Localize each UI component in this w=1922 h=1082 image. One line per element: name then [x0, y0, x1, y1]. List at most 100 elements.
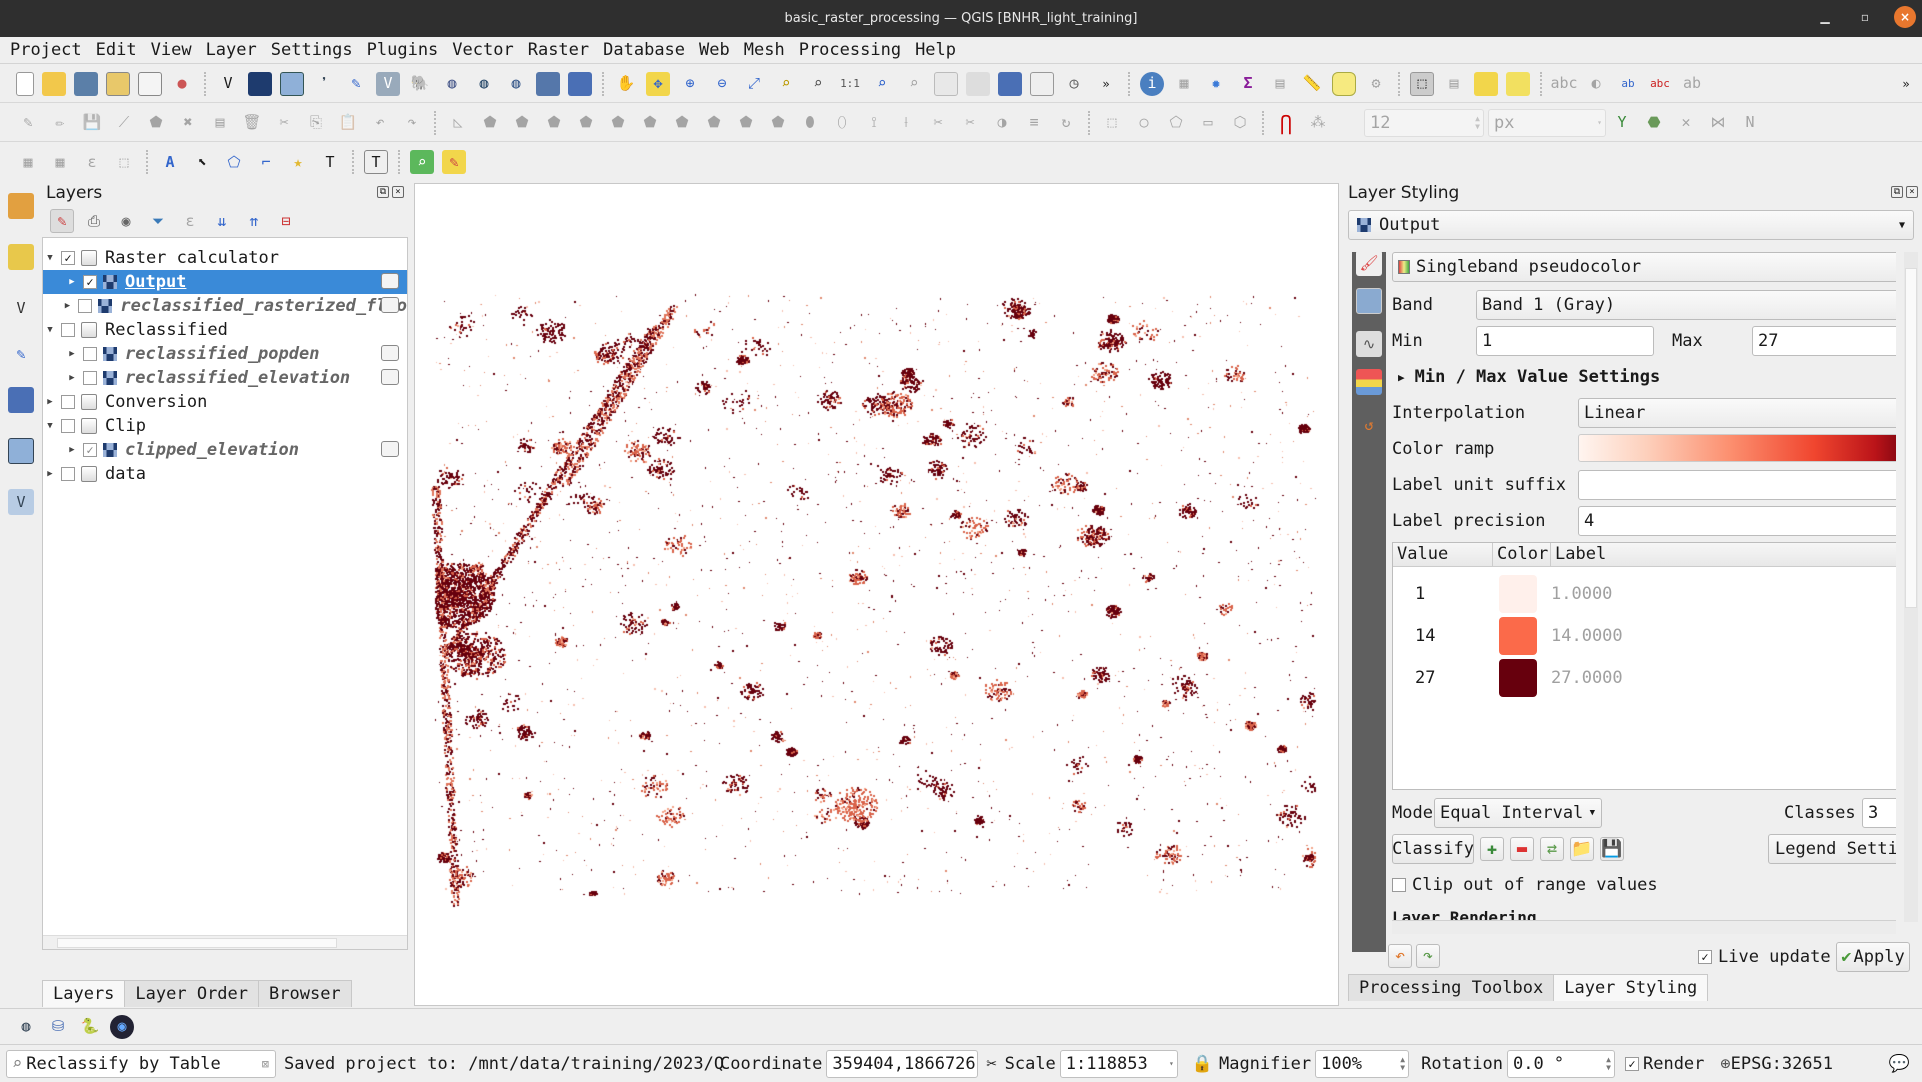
filter-legend-icon[interactable]: ⏷	[146, 209, 170, 233]
column-header-label[interactable]: Label	[1551, 543, 1896, 566]
layer-group-conversion[interactable]: ▶ Conversion	[43, 390, 407, 414]
class-color-swatch[interactable]	[1499, 575, 1537, 613]
pin-label-icon[interactable]: ab	[1616, 72, 1640, 96]
shape-tool-5-icon[interactable]: ⬟	[606, 111, 630, 135]
expand-arrow-icon[interactable]: ▶	[43, 397, 57, 407]
add-wms-icon[interactable]: ◍	[440, 72, 464, 96]
new-map-view-icon[interactable]	[934, 71, 958, 96]
column-header-value[interactable]: Value	[1393, 543, 1493, 566]
coordinate-input[interactable]: 359404,1866726	[826, 1049, 979, 1078]
paste-features-icon[interactable]: 📋	[336, 111, 360, 135]
add-temporary-layer-icon[interactable]	[568, 71, 592, 96]
rotation-spinbox[interactable]: 0.0 ° ▲ ▼	[1506, 1049, 1615, 1078]
text-annotation-icon[interactable]: T	[318, 150, 342, 174]
expand-arrow-icon[interactable]: ▶	[43, 469, 57, 479]
deselect-features-icon[interactable]	[1474, 71, 1498, 96]
tab-browser[interactable]: Browser	[258, 980, 352, 1007]
layer-indicator-icon[interactable]	[381, 273, 399, 289]
menu-web[interactable]: Web	[699, 40, 730, 60]
globe-plugin-icon[interactable]: ◉	[110, 1014, 134, 1039]
add-group-icon[interactable]: ⎙	[82, 209, 106, 233]
statistical-summary-icon[interactable]: Σ	[1236, 72, 1260, 96]
avoid-overlap-icon[interactable]: N	[1738, 111, 1762, 135]
layer-checkbox[interactable]	[78, 299, 93, 313]
vertex-tool-icon[interactable]: ✖	[176, 111, 200, 135]
scale-select[interactable]: 1:118853 ▾	[1059, 1049, 1178, 1078]
new-mesh-layer-icon[interactable]	[8, 438, 34, 464]
zoom-next-icon[interactable]: ⌕	[902, 72, 926, 96]
snapping-intersection-icon[interactable]: ⬣	[1642, 111, 1666, 135]
menu-help[interactable]: Help	[915, 40, 956, 60]
add-spatialite-icon[interactable]: V	[376, 71, 400, 96]
diagram-icon[interactable]: ◐	[1584, 72, 1608, 96]
add-class-icon[interactable]: ✚	[1480, 837, 1504, 861]
mode-select[interactable]: Equal Interval ▼	[1434, 798, 1602, 828]
layer-checkbox[interactable]	[83, 347, 97, 361]
snapping-unit-select[interactable]: px ▾	[1488, 108, 1606, 137]
remove-class-icon[interactable]: ▬	[1510, 837, 1534, 861]
float-panel-icon[interactable]: ⧉	[377, 186, 389, 198]
symbology-brush-icon[interactable]: 🖌	[1356, 250, 1382, 276]
live-update-checkbox[interactable]: ✓ Live update	[1698, 944, 1831, 970]
trace-icon[interactable]: ✕	[1674, 111, 1698, 135]
pyramids-icon[interactable]	[1356, 369, 1382, 395]
menu-project[interactable]: Project	[10, 40, 82, 60]
collapse-arrow-icon[interactable]: ▼	[43, 253, 57, 263]
unit-suffix-input[interactable]	[1578, 470, 1896, 500]
max-input[interactable]: 27	[1752, 326, 1896, 356]
expand-arrow-icon[interactable]: ▶	[60, 301, 74, 311]
split-parts2-icon[interactable]: ✂	[958, 111, 982, 135]
filter-expression-icon[interactable]: ε	[178, 209, 202, 233]
save-edits-icon[interactable]: 💾	[80, 111, 104, 135]
zoom-in-icon[interactable]: ⊕	[678, 72, 702, 96]
shape-tool-9-icon[interactable]: ⬟	[734, 111, 758, 135]
snapping-magnet-icon[interactable]: ⋂	[1274, 111, 1298, 135]
menu-database[interactable]: Database	[603, 40, 685, 60]
pan-icon[interactable]: ✋	[614, 72, 638, 96]
menu-edit[interactable]: Edit	[96, 40, 137, 60]
copy-features-icon[interactable]: ⎘	[304, 111, 328, 135]
text-box-icon[interactable]: T	[364, 150, 388, 174]
reshape-icon[interactable]: ⬯	[830, 111, 854, 135]
redo-style-icon[interactable]: ↷	[1416, 944, 1440, 968]
add-polygon-icon[interactable]: ⬟	[144, 111, 168, 135]
new-virtual-layer-icon[interactable]: V	[8, 489, 34, 515]
layer-checkbox[interactable]: ✓	[61, 251, 75, 265]
marker-annotation-icon[interactable]: ★	[286, 150, 310, 174]
new-project-icon[interactable]	[16, 71, 34, 96]
shape-digitize-3-icon[interactable]: ⬠	[1164, 111, 1188, 135]
add-virtual-layer-icon[interactable]	[536, 71, 560, 96]
minmax-settings-section[interactable]: ▶ Min / Max Value Settings	[1392, 362, 1660, 392]
history-icon[interactable]: ↺	[1356, 412, 1382, 438]
transparency-icon[interactable]	[1356, 288, 1382, 314]
python-console-icon[interactable]: 🐍	[78, 1015, 102, 1039]
load-colormap-icon[interactable]: 📁	[1570, 837, 1594, 861]
self-snapping-icon[interactable]: ⋈	[1706, 111, 1730, 135]
float-panel-icon[interactable]: ⧉	[1891, 186, 1903, 198]
shape-tool-8-icon[interactable]: ⬟	[702, 111, 726, 135]
histogram-icon[interactable]: ∿	[1356, 331, 1382, 357]
add-wcs-icon[interactable]: ◍	[472, 72, 496, 96]
new-geopackage-icon[interactable]: ✎	[344, 72, 368, 96]
legend-settings-button[interactable]: Legend Settin	[1768, 834, 1896, 864]
edit-geometry-icon[interactable]: ⬚	[112, 150, 136, 174]
merge-icon[interactable]: ◑	[990, 111, 1014, 135]
close-panel-icon[interactable]: ×	[1906, 186, 1918, 198]
save-project-icon[interactable]	[74, 71, 98, 96]
show-bookmarks-icon[interactable]	[1030, 71, 1054, 96]
class-row[interactable]: 27 27.0000	[1393, 658, 1623, 698]
apply-button[interactable]: ✔ Apply	[1836, 942, 1910, 972]
styling-vertical-scrollbar[interactable]	[1904, 252, 1918, 922]
shape-tool-7-icon[interactable]: ⬟	[670, 111, 694, 135]
rotate-icon[interactable]: ↻	[1054, 111, 1078, 135]
attr-form-icon[interactable]: ▦	[16, 150, 40, 174]
select-by-form-icon[interactable]: ▦	[48, 150, 72, 174]
new-3d-map-view-icon[interactable]	[966, 71, 990, 96]
layer-group-data[interactable]: ▶ data	[43, 462, 407, 486]
undo-style-icon[interactable]: ↶	[1388, 944, 1412, 968]
layer-checkbox[interactable]	[83, 371, 97, 385]
add-raster-layer-icon[interactable]	[248, 71, 272, 96]
annotation-text-icon[interactable]: A	[158, 150, 182, 174]
offset-curve-icon[interactable]: ⟟	[862, 111, 886, 135]
overflow-chevron-icon[interactable]: »	[1894, 72, 1918, 96]
